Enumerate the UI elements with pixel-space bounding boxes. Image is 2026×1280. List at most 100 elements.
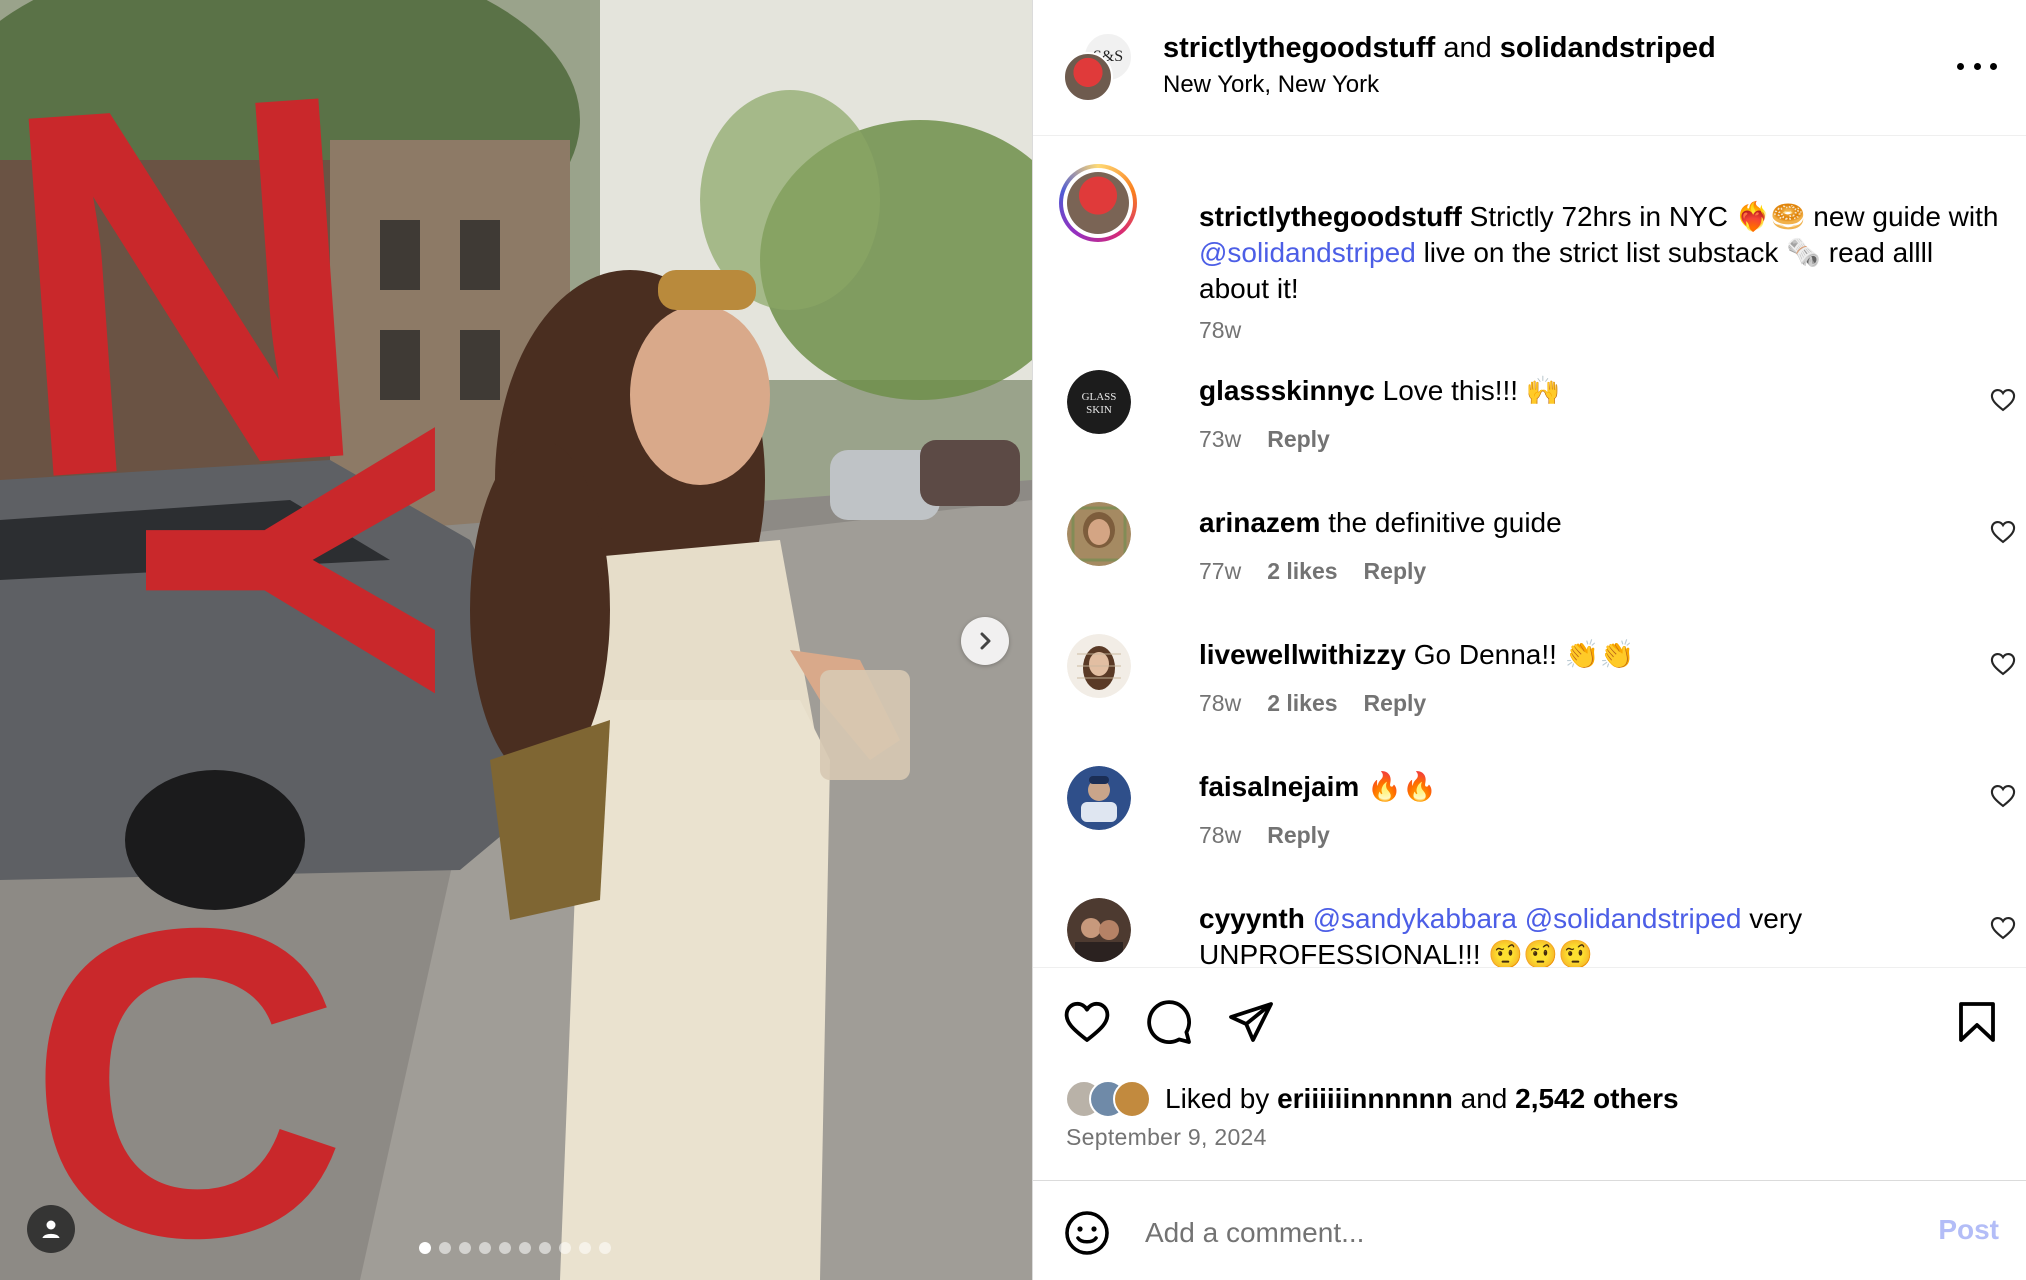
comment-avatar[interactable] — [1067, 766, 1131, 830]
next-slide-button[interactable] — [961, 617, 1009, 665]
chevron-right-icon — [980, 632, 991, 650]
glassskin-logo-text: SKIN — [1086, 404, 1112, 416]
add-comment-bar: Post — [1033, 1180, 2026, 1280]
caption-text: strictlythegoodstuff Strictly 72hrs in N… — [1199, 199, 2009, 307]
comment-avatar[interactable] — [1067, 898, 1131, 962]
comment-username[interactable]: arinazem — [1199, 507, 1320, 538]
comments-list[interactable]: strictlythegoodstuff Strictly 72hrs in N… — [1033, 137, 2026, 967]
likes-connector: and — [1460, 1083, 1508, 1114]
carousel-dot — [519, 1242, 531, 1254]
caption-username[interactable]: strictlythegoodstuff — [1199, 201, 1462, 232]
comment-likes[interactable]: 2 likes — [1267, 558, 1337, 585]
glassskin-logo-text: GLASS — [1082, 391, 1117, 403]
author-avatars[interactable]: S&S — [1063, 32, 1133, 102]
post-details-panel: S&S strictlythegoodstuff and solidandstr… — [1032, 0, 2026, 1280]
comment-username[interactable]: livewellwithizzy — [1199, 639, 1406, 670]
post-authors: strictlythegoodstuff and solidandstriped — [1163, 30, 1716, 66]
comment-meta: 78w Reply — [1199, 822, 1330, 849]
comment-item: cyyynth @sandykabbara @solidandstriped v… — [1067, 898, 2017, 967]
comment-mention[interactable]: @sandykabbara — [1313, 903, 1517, 934]
post-header: S&S strictlythegoodstuff and solidandstr… — [1033, 0, 2026, 136]
likes-others-count[interactable]: 2,542 others — [1515, 1083, 1678, 1114]
comment-avatar[interactable]: GLASS SKIN — [1067, 370, 1131, 434]
comment-bubble-icon[interactable] — [1145, 998, 1193, 1046]
comment-text: arinazem the definitive guide — [1199, 505, 1969, 541]
caption-avatar[interactable] — [1059, 164, 1137, 242]
comment-body: Go Denna!! 👏👏 — [1413, 639, 1635, 670]
comment-body: 🔥🔥 — [1367, 771, 1437, 802]
comment-like-icon[interactable] — [1989, 782, 2017, 810]
comment-username[interactable]: cyyynth — [1199, 903, 1305, 934]
paper-plane-icon[interactable] — [1227, 998, 1275, 1046]
carousel-dot — [499, 1242, 511, 1254]
comment-time[interactable]: 77w — [1199, 558, 1241, 585]
comment-text: faisalnejaim 🔥🔥 — [1199, 769, 1969, 805]
comment-body: Love this!!! 🙌 — [1382, 375, 1561, 406]
more-options-icon — [1957, 62, 1964, 70]
comment-reply-button[interactable]: Reply — [1364, 558, 1427, 585]
overlay-letter-y: Y — [56, 420, 525, 701]
post-location[interactable]: New York, New York — [1163, 70, 1379, 100]
post-actions: Liked by eriiiiiinnnnnn and 2,542 others… — [1033, 967, 2026, 1180]
comment-meta: 77w 2 likes Reply — [1199, 558, 1426, 585]
comment-like-icon[interactable] — [1989, 914, 2017, 942]
author-avatar[interactable] — [1063, 52, 1113, 102]
comment-meta: 73w Reply — [1199, 426, 1330, 453]
carousel-dot — [439, 1242, 451, 1254]
liker-username[interactable]: eriiiiiinnnnnn — [1277, 1083, 1453, 1114]
likes-text: Liked by eriiiiiinnnnnn and 2,542 others — [1165, 1083, 1679, 1115]
comment-username[interactable]: faisalnejaim — [1199, 771, 1359, 802]
comment-time[interactable]: 78w — [1199, 822, 1241, 849]
carousel-dot — [459, 1242, 471, 1254]
comment-likes[interactable]: 2 likes — [1267, 690, 1337, 717]
comment-body: the definitive guide — [1328, 507, 1562, 538]
comment-item: livewellwithizzy Go Denna!! 👏👏 78w 2 lik… — [1067, 634, 2017, 744]
tagged-users-button[interactable] — [27, 1205, 75, 1253]
carousel-dot — [559, 1242, 571, 1254]
bookmark-icon[interactable] — [1953, 998, 2001, 1046]
more-options-button[interactable] — [1957, 48, 1997, 84]
liker-avatar — [1113, 1080, 1151, 1118]
carousel-indicator — [419, 1242, 611, 1254]
comment-text: cyyynth @sandykabbara @solidandstriped v… — [1199, 901, 1969, 967]
carousel-dot — [599, 1242, 611, 1254]
comment-mention[interactable]: @solidandstriped — [1525, 903, 1742, 934]
caption-mention[interactable]: @solidandstriped — [1199, 237, 1416, 268]
comment-reply-button[interactable]: Reply — [1267, 426, 1330, 453]
carousel-dot — [539, 1242, 551, 1254]
more-options-icon — [1973, 62, 1981, 70]
carousel-dot — [479, 1242, 491, 1254]
author-username[interactable]: strictlythegoodstuff — [1163, 32, 1435, 64]
comment-reply-button[interactable]: Reply — [1364, 690, 1427, 717]
user-tag-icon — [42, 1220, 60, 1238]
comment-meta: 78w 2 likes Reply — [1199, 690, 1426, 717]
collaborator-username[interactable]: solidandstriped — [1500, 32, 1716, 64]
comment-avatar[interactable] — [1067, 502, 1131, 566]
post-date[interactable]: September 9, 2024 — [1066, 1124, 1267, 1151]
smiley-icon[interactable] — [1063, 1209, 1111, 1257]
post-media[interactable]: N Y C — [0, 0, 1032, 1280]
more-options-icon — [1990, 62, 1997, 70]
comment-text: glassskinnyc Love this!!! 🙌 — [1199, 373, 1969, 409]
caption-time[interactable]: 78w — [1199, 317, 1241, 344]
comment-like-icon[interactable] — [1989, 650, 2017, 678]
comment-time[interactable]: 73w — [1199, 426, 1241, 453]
comment-like-icon[interactable] — [1989, 386, 2017, 414]
comment-avatar[interactable] — [1067, 634, 1131, 698]
post-comment-button[interactable]: Post — [1938, 1214, 1999, 1246]
comment-time[interactable]: 78w — [1199, 690, 1241, 717]
comment-item: GLASS SKIN glassskinnyc Love this!!! 🙌 7… — [1067, 370, 2017, 480]
likes-summary[interactable]: Liked by eriiiiiinnnnnn and 2,542 others — [1065, 1078, 1679, 1120]
comment-like-icon[interactable] — [1989, 518, 2017, 546]
caption-body-1: Strictly 72hrs in NYC ❤️‍🔥🥯 new guide wi… — [1469, 201, 1999, 232]
heart-icon[interactable] — [1063, 998, 1111, 1046]
comment-username[interactable]: glassskinnyc — [1199, 375, 1375, 406]
carousel-dot — [579, 1242, 591, 1254]
likes-prefix: Liked by — [1165, 1083, 1270, 1114]
comment-item: faisalnejaim 🔥🔥 78w Reply — [1067, 766, 2017, 876]
comment-item: arinazem the definitive guide 77w 2 like… — [1067, 502, 2017, 612]
carousel-dot — [419, 1242, 431, 1254]
comment-input[interactable] — [1145, 1209, 1845, 1257]
authors-connector: and — [1443, 32, 1492, 64]
comment-reply-button[interactable]: Reply — [1267, 822, 1330, 849]
